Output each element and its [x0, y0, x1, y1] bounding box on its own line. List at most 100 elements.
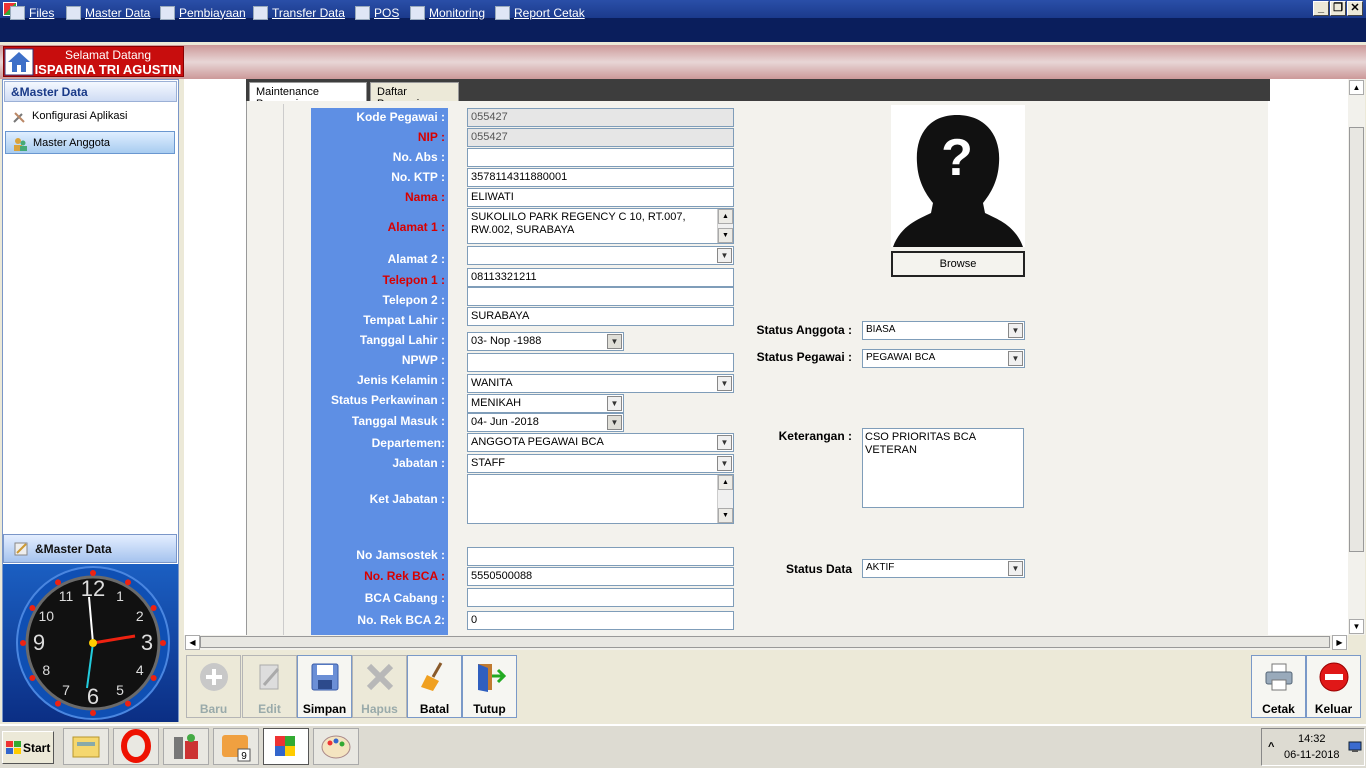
- close-button[interactable]: ✕: [1347, 1, 1363, 16]
- keterangan-field[interactable]: CSO PRIORITAS BCA VETERAN: [862, 428, 1024, 508]
- status-perkawinan-dropdown[interactable]: MENIKAH ▼: [467, 394, 624, 413]
- clock-marker: [29, 675, 36, 681]
- files-icon: [10, 5, 25, 20]
- chevron-down-icon[interactable]: ▼: [1008, 561, 1023, 576]
- status-anggota-dropdown[interactable]: BIASA ▼: [862, 321, 1025, 340]
- alamat2-dropdown[interactable]: ▼: [467, 246, 734, 265]
- menu-files[interactable]: Files: [10, 4, 54, 21]
- paint-palette-icon: [321, 735, 351, 759]
- scroll-left-icon[interactable]: ◀: [185, 635, 200, 650]
- tempat-lahir-field[interactable]: SURABAYA: [467, 307, 734, 326]
- no-jamsostek-field[interactable]: [467, 547, 734, 566]
- label-tanggal-lahir: Tanggal Lahir :: [359, 333, 445, 347]
- jabatan-dropdown[interactable]: STAFF ▼: [467, 454, 734, 473]
- clock-numeral: 11: [59, 588, 74, 604]
- restore-button[interactable]: ❐: [1330, 1, 1346, 16]
- scroll-down-icon[interactable]: ▼: [718, 228, 733, 243]
- start-button[interactable]: Start: [2, 731, 54, 764]
- sidebar-bottom-title[interactable]: &Master Data: [3, 534, 177, 563]
- scroll-down-icon[interactable]: ▼: [1349, 619, 1364, 634]
- cetak-button[interactable]: Cetak: [1251, 655, 1306, 718]
- tanggal-masuk-picker[interactable]: 04- Jun -2018 ▼: [467, 413, 624, 432]
- browse-button[interactable]: Browse: [891, 251, 1025, 277]
- no-rek-bca2-field[interactable]: 0: [467, 611, 734, 630]
- alamat1-scrollbar[interactable]: ▲ ▼: [717, 209, 733, 243]
- taskbar-app-utility[interactable]: [163, 728, 209, 765]
- minimize-button[interactable]: _: [1313, 1, 1329, 16]
- network-icon[interactable]: [1348, 741, 1362, 753]
- hapus-button[interactable]: Hapus: [352, 655, 407, 718]
- npwp-field[interactable]: [467, 353, 734, 372]
- batal-button[interactable]: Batal: [407, 655, 462, 718]
- taskbar-opera[interactable]: [113, 728, 159, 765]
- taskbar-active-app[interactable]: [263, 728, 309, 765]
- simpan-button[interactable]: Simpan: [297, 655, 352, 718]
- menu-transfer-data[interactable]: Transfer Data: [253, 4, 345, 21]
- nip-field[interactable]: 055427: [467, 128, 734, 147]
- departemen-dropdown[interactable]: ANGGOTA PEGAWAI BCA ▼: [467, 433, 734, 452]
- sidebar-title[interactable]: &Master Data: [4, 81, 177, 102]
- ket-jabatan-field[interactable]: ▲ ▼: [467, 474, 734, 524]
- telepon2-field[interactable]: [467, 287, 734, 306]
- jenis-kelamin-dropdown[interactable]: WANITA ▼: [467, 374, 734, 393]
- menu-pos[interactable]: POS: [355, 4, 399, 21]
- chevron-down-icon[interactable]: ▼: [717, 376, 732, 391]
- chevron-down-icon[interactable]: ▼: [717, 248, 732, 263]
- pembiayaan-icon: [160, 5, 175, 20]
- no-rek-bca-field[interactable]: 5550500088: [467, 567, 734, 586]
- kode-pegawai-field[interactable]: 055427: [467, 108, 734, 127]
- nama-field[interactable]: ELIWATI: [467, 188, 734, 207]
- tab-daftar-pegawai[interactable]: Daftar Pegawai: [370, 82, 459, 110]
- transfer-data-icon: [253, 5, 268, 20]
- master-data-icon: [14, 542, 28, 556]
- telepon1-field[interactable]: 08113321211: [467, 268, 734, 287]
- master-data-icon: [66, 5, 81, 20]
- tray-expand-icon[interactable]: ^: [1268, 741, 1274, 753]
- no-ktp-field[interactable]: 3578114311880001: [467, 168, 734, 187]
- tutup-button[interactable]: Tutup: [462, 655, 517, 718]
- menu-report-cetak[interactable]: Report Cetak: [495, 4, 585, 21]
- no-abs-field[interactable]: [467, 148, 734, 167]
- label-tanggal-masuk: Tanggal Masuk :: [351, 414, 445, 428]
- tab-maintenance-pegawai[interactable]: Maintenance Pegawai: [249, 82, 367, 110]
- utility-app-icon: [174, 734, 198, 759]
- taskbar-app-badge[interactable]: 9: [213, 728, 259, 765]
- horizontal-scroll-thumb[interactable]: [200, 636, 1330, 648]
- vertical-scroll-thumb[interactable]: [1349, 127, 1364, 552]
- edit-button[interactable]: Edit: [242, 655, 297, 718]
- label-no-rek-bca2: No. Rek BCA 2:: [357, 613, 445, 627]
- taskbar-paint[interactable]: [313, 728, 359, 765]
- calendar-dropdown-icon[interactable]: ▼: [607, 334, 622, 349]
- taskbar-file-manager[interactable]: [63, 728, 109, 765]
- sidebar-item-konfigurasi[interactable]: Konfigurasi Aplikasi: [5, 105, 175, 128]
- chevron-down-icon[interactable]: ▼: [607, 396, 622, 411]
- status-pegawai-dropdown[interactable]: PEGAWAI BCA ▼: [862, 349, 1025, 368]
- scroll-up-icon[interactable]: ▲: [1349, 80, 1364, 95]
- clock-marker: [150, 605, 157, 611]
- ket-jabatan-scrollbar[interactable]: ▲ ▼: [717, 475, 733, 523]
- keluar-button[interactable]: Keluar: [1306, 655, 1361, 718]
- scroll-right-icon[interactable]: ▶: [1332, 635, 1347, 650]
- clock-numeral: 9: [33, 630, 45, 655]
- status-data-dropdown[interactable]: AKTIF ▼: [862, 559, 1025, 578]
- baru-button[interactable]: Baru: [186, 655, 241, 718]
- chevron-down-icon[interactable]: ▼: [1008, 323, 1023, 338]
- sidebar-item-master-anggota[interactable]: Master Anggota: [5, 131, 175, 154]
- menu-master-data[interactable]: Master Data: [66, 4, 150, 21]
- bca-cabang-field[interactable]: [467, 588, 734, 607]
- label-alamat2: Alamat 2 :: [387, 252, 445, 266]
- scroll-down-icon[interactable]: ▼: [718, 508, 733, 523]
- tanggal-lahir-picker[interactable]: 03- Nop -1988 ▼: [467, 332, 624, 351]
- calendar-dropdown-icon[interactable]: ▼: [607, 415, 622, 430]
- alamat1-field[interactable]: SUKOLILO PARK REGENCY C 10, RT.007, RW.0…: [467, 208, 734, 244]
- opera-browser-icon: [121, 729, 151, 763]
- menu-monitoring[interactable]: Monitoring: [410, 4, 485, 21]
- label-alamat1: Alamat 1 :: [387, 220, 445, 234]
- chevron-down-icon[interactable]: ▼: [717, 456, 732, 471]
- tools-icon: [13, 112, 25, 123]
- scroll-up-icon[interactable]: ▲: [718, 475, 733, 490]
- menu-pembiayaan[interactable]: Pembiayaan: [160, 4, 246, 21]
- clock-numeral: 3: [141, 630, 153, 655]
- chevron-down-icon[interactable]: ▼: [1008, 351, 1023, 366]
- scroll-up-icon[interactable]: ▲: [718, 209, 733, 224]
